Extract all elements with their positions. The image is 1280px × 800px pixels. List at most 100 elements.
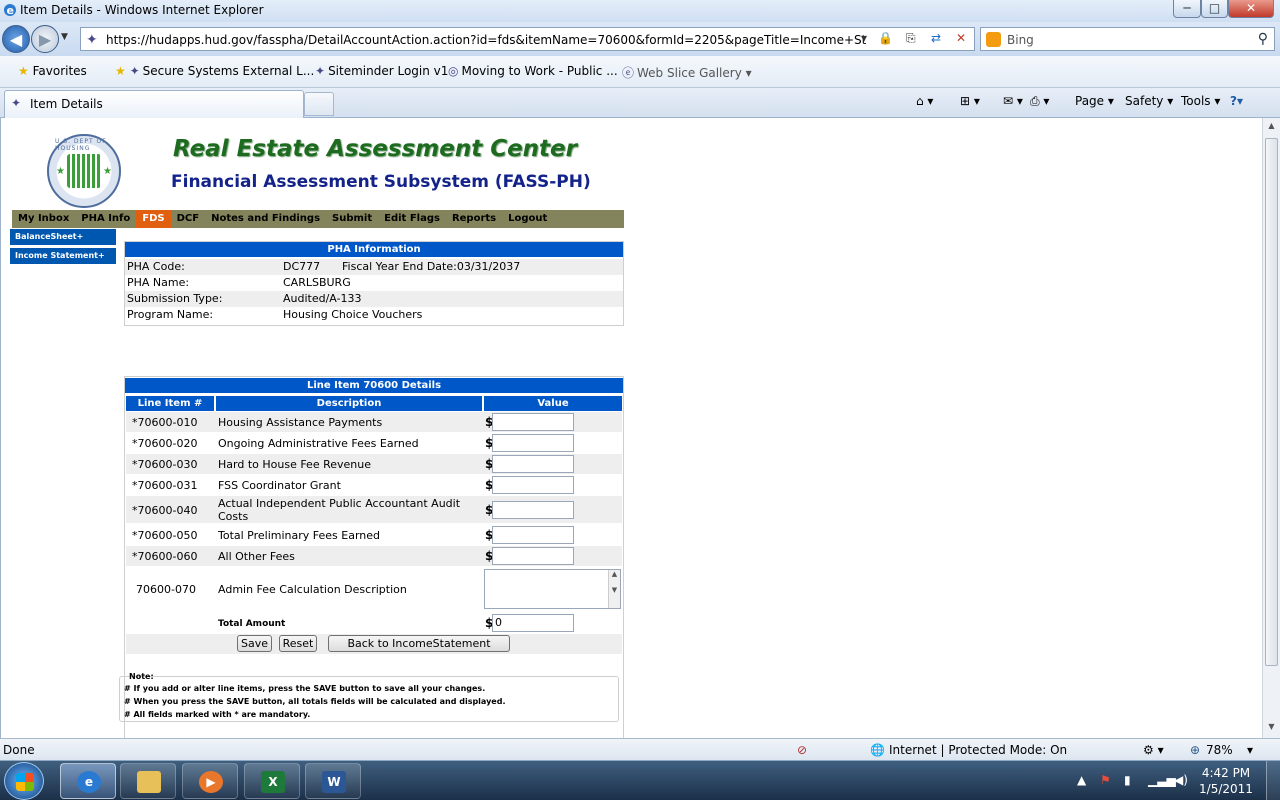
print-icon[interactable]: ⎙ ▾ [1030, 94, 1049, 109]
menu-reports[interactable]: Reports [446, 210, 502, 228]
menu-pha-info[interactable]: PHA Info [75, 210, 136, 228]
volume-icon[interactable]: ◀) [1174, 773, 1188, 787]
value-input-70600-050[interactable] [492, 526, 574, 544]
security-zone-text[interactable]: Internet | Protected Mode: On [889, 743, 1067, 757]
safety-menu[interactable]: Safety ▾ [1125, 94, 1173, 108]
maximize-button[interactable]: □ [1201, 0, 1228, 18]
tab-item-details[interactable]: ✦ Item Details [4, 90, 304, 118]
forward-button[interactable]: ▶ [31, 25, 59, 53]
seal-star-icon: ★ [56, 166, 65, 177]
action-center-icon[interactable]: ⚑ [1100, 773, 1111, 787]
zoom-level[interactable]: 78% [1206, 743, 1233, 757]
close-button[interactable]: ✕ [1228, 0, 1274, 18]
search-icon[interactable]: ⚲ [1258, 31, 1268, 47]
mail-icon[interactable]: ✉ ▾ [1003, 94, 1023, 108]
note-title: Note: [129, 672, 154, 681]
seal-star-icon: ★ [103, 166, 112, 177]
seal-building-graphic [67, 154, 101, 188]
column-header-description: Description [216, 396, 482, 411]
clock[interactable]: 4:42 PM 1/5/2011 [1196, 765, 1256, 797]
value-input-70600-010[interactable] [492, 413, 574, 431]
favorite-link-moving-to-work[interactable]: ◎ Moving to Work - Public ... [448, 64, 618, 78]
sidebar-balance-sheet[interactable]: BalanceSheet+ [10, 229, 116, 245]
menu-my-inbox[interactable]: My Inbox [12, 210, 75, 228]
favorites-button[interactable]: ★ Favorites [18, 64, 87, 78]
addons-icon[interactable]: ⚙ ▾ [1143, 743, 1164, 757]
search-box[interactable]: Bing ⚲ [980, 27, 1275, 51]
menu-notes-findings[interactable]: Notes and Findings [205, 210, 326, 228]
folder-icon [137, 771, 161, 793]
minimize-button[interactable]: ─ [1173, 0, 1201, 18]
page-viewport: U.S. DEPT OF HOUSING ★ ★ Real Estate Ass… [0, 118, 1262, 738]
taskbar-media-player[interactable]: ▶ [182, 763, 238, 799]
clock-time: 4:42 PM [1201, 766, 1251, 780]
show-hidden-icons[interactable]: ▲ [1077, 773, 1086, 787]
scroll-thumb[interactable] [1265, 138, 1278, 666]
internet-explorer-icon: e [77, 771, 101, 793]
tools-menu[interactable]: Tools ▾ [1181, 94, 1220, 108]
ie-page-icon: ⓔ [622, 66, 635, 80]
back-to-income-statement-button[interactable]: Back to IncomeStatement [328, 635, 510, 652]
globe-icon: 🌐 [870, 743, 885, 757]
start-button[interactable] [4, 762, 44, 800]
scroll-up-icon[interactable]: ▲ [1265, 121, 1278, 130]
popup-blocker-icon[interactable]: ⊘ [797, 743, 807, 757]
network-icon[interactable]: ▁▃▅ [1148, 773, 1176, 787]
compatibility-view-icon[interactable]: ⎘ [906, 31, 916, 46]
taskbar-excel[interactable]: X [244, 763, 300, 799]
feeds-icon[interactable]: ⊞ ▾ [960, 94, 980, 108]
stop-icon[interactable]: ✕ [956, 31, 966, 45]
taskbar-word[interactable]: W [305, 763, 361, 799]
back-arrow-icon: ◀ [9, 29, 23, 49]
save-button[interactable]: Save [237, 635, 272, 652]
address-bar[interactable]: ✦ https://hudapps.hud.gov/fasspha/Detail… [80, 27, 975, 51]
media-player-icon: ▶ [199, 771, 223, 793]
url-text[interactable]: https://hudapps.hud.gov/fasspha/DetailAc… [106, 33, 866, 47]
value-input-70600-060[interactable] [492, 547, 574, 565]
value-input-70600-030[interactable] [492, 455, 574, 473]
show-desktop-button[interactable] [1266, 761, 1280, 800]
textarea-scrollbar[interactable]: ▲ ▼ [608, 570, 620, 608]
power-icon[interactable]: ▮ [1124, 773, 1131, 787]
value-input-70600-040[interactable] [492, 501, 574, 519]
help-icon[interactable]: ?▾ [1230, 94, 1243, 108]
menu-edit-flags[interactable]: Edit Flags [378, 210, 446, 228]
refresh-icon[interactable]: ⇄ [931, 31, 941, 45]
favorite-link-siteminder[interactable]: ✦ Siteminder Login v1 [315, 64, 448, 78]
reset-button[interactable]: Reset [279, 635, 317, 652]
forward-arrow-icon: ▶ [38, 29, 52, 49]
address-dropdown-icon[interactable]: ▾ [861, 31, 867, 45]
menu-logout[interactable]: Logout [502, 210, 553, 228]
favorite-link-secure-systems[interactable]: ★ ✦ Secure Systems External L... [115, 64, 314, 78]
note-line: # When you press the SAVE button, all to… [124, 697, 506, 706]
pha-row-name: PHA Name: CARLSBURG [127, 276, 351, 289]
taskbar-windows-explorer[interactable] [120, 763, 176, 799]
excel-icon: X [261, 771, 285, 793]
status-text: Done [3, 743, 35, 757]
pha-information-panel: PHA Information PHA Code: DC777 Fiscal Y… [124, 241, 624, 326]
value-input-70600-020[interactable] [492, 434, 574, 452]
search-placeholder[interactable]: Bing [1007, 33, 1034, 47]
zoom-dropdown-icon[interactable]: ▾ [1247, 743, 1253, 757]
value-input-70600-031[interactable] [492, 476, 574, 494]
taskbar-internet-explorer[interactable]: e [60, 763, 116, 799]
admin-fee-description-textarea[interactable]: ▲ ▼ [484, 569, 621, 609]
recent-pages-dropdown[interactable]: ▼ [61, 32, 68, 42]
back-button[interactable]: ◀ [2, 25, 30, 53]
zoom-icon[interactable]: ⊕ [1190, 743, 1200, 757]
lock-icon[interactable]: 🔒 [878, 31, 893, 45]
menu-fds[interactable]: FDS [136, 210, 171, 228]
favorites-bar: ★ Favorites ★ ✦ Secure Systems External L… [0, 56, 1280, 88]
page-menu[interactable]: Page ▾ [1075, 94, 1114, 108]
menu-dcf[interactable]: DCF [171, 210, 205, 228]
new-tab-button[interactable] [304, 92, 334, 116]
home-icon[interactable]: ⌂ ▾ [916, 94, 933, 108]
favorite-link-web-slice-gallery[interactable]: ⓔ Web Slice Gallery ▾ [622, 64, 752, 81]
sidebar-income-statement[interactable]: Income Statement+ [10, 248, 116, 264]
menu-submit[interactable]: Submit [326, 210, 378, 228]
total-amount-field: 0 [492, 614, 574, 632]
page-vertical-scrollbar[interactable]: ▲ ▼ [1262, 118, 1280, 738]
window-title: Item Details - Windows Internet Explorer [20, 3, 264, 17]
table-row: *70600-031 FSS Coordinator Grant $ [126, 475, 622, 495]
scroll-down-icon[interactable]: ▼ [1265, 722, 1278, 731]
